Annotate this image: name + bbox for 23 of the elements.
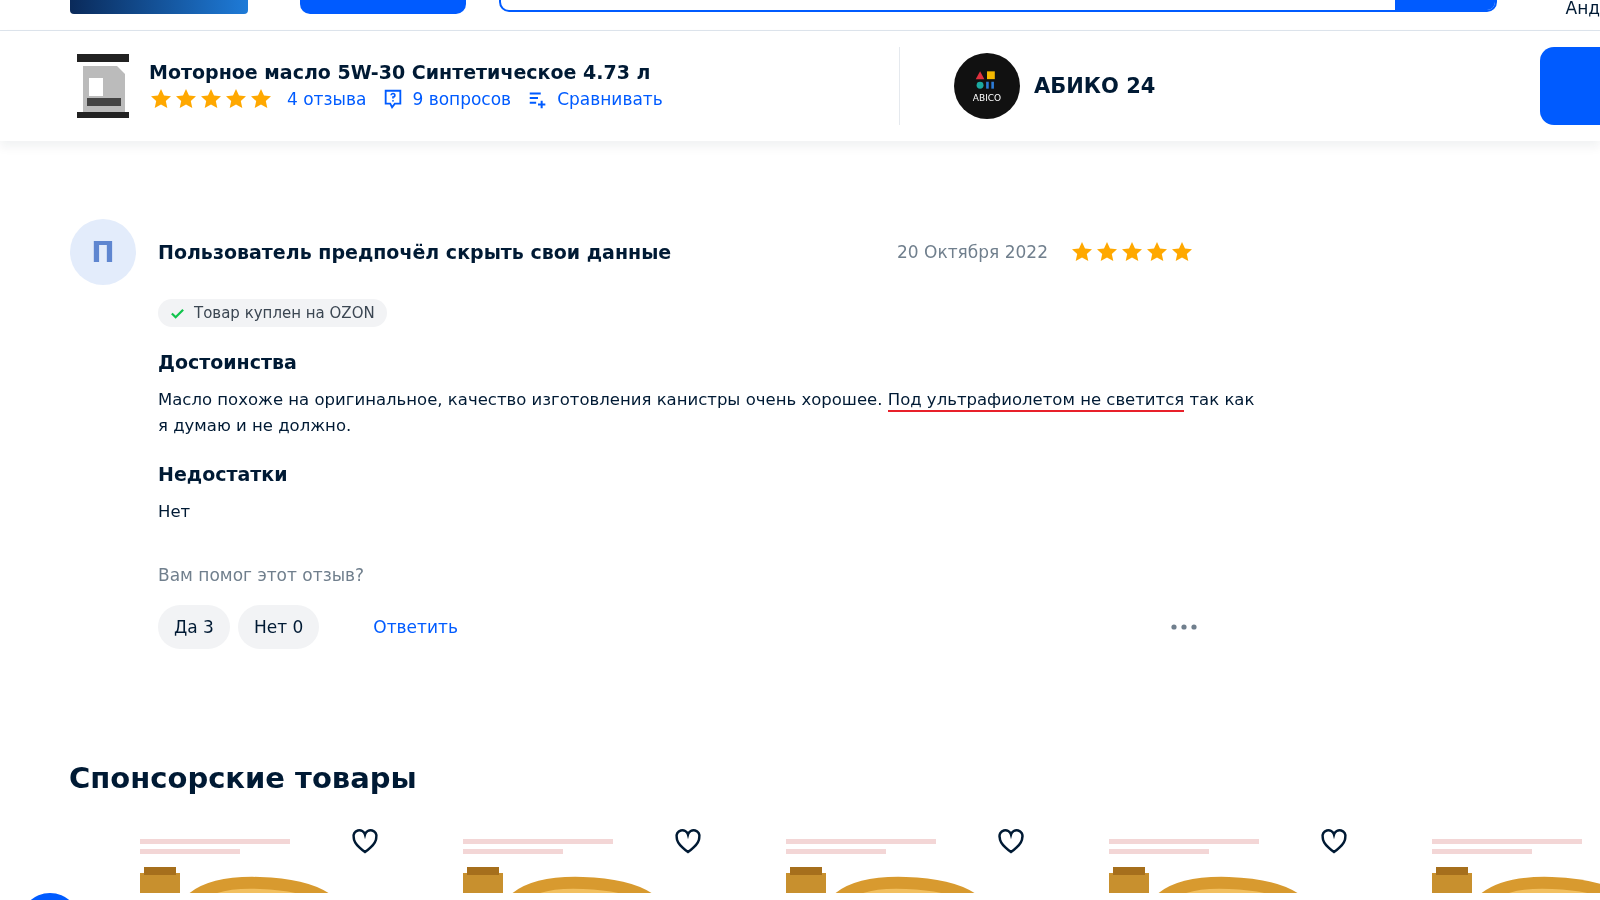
purchase-badge: Товар куплен на OZON: [158, 299, 387, 327]
seller-name[interactable]: АБИКО 24: [1034, 74, 1156, 98]
review-date: 20 Октября 2022: [897, 242, 1048, 262]
reply-link[interactable]: Ответить: [373, 617, 1162, 637]
pros-heading: Достоинства: [158, 351, 297, 373]
user-name[interactable]: Анд: [1565, 0, 1600, 18]
helpful-question: Вам помог этот отзыв?: [158, 565, 365, 585]
compare-link[interactable]: Сравнивать: [557, 89, 663, 109]
more-icon[interactable]: [1170, 623, 1198, 631]
section-title: Спонсорские товары: [69, 761, 418, 795]
pros-text: Масло похоже на оригинальное, качество изготовления канистры очень хорошее. Под ультрафиолетом не светится так как я думаю и не должно.: [158, 389, 1256, 437]
questions-link[interactable]: 9 вопросов: [412, 89, 512, 109]
promo-banner[interactable]: [70, 0, 248, 14]
cons-heading: Недостатки: [158, 463, 288, 485]
cons-text: Нет: [158, 501, 192, 523]
seller-logo[interactable]: ABICO: [954, 53, 1020, 119]
author-name: Пользователь предпочёл скрыть свои данные: [158, 241, 673, 263]
avatar: П: [70, 219, 136, 285]
yes-button[interactable]: Да 3: [158, 605, 230, 649]
product-title: Моторное масло 5W-30 Синтетическое 4.73 л: [149, 61, 652, 83]
catalog-button[interactable]: [300, 0, 466, 14]
reviews-link[interactable]: 4 отзыва: [287, 89, 367, 109]
no-button[interactable]: Нет 0: [237, 605, 320, 649]
